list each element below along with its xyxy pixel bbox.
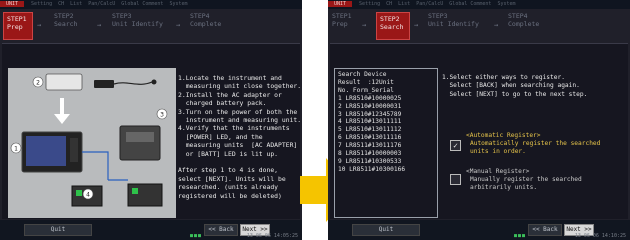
- menu-tab-unit[interactable]: UNIT: [328, 1, 353, 7]
- callout-number-2: 2: [36, 80, 40, 87]
- list-item[interactable]: 3 LR8510#12345789: [338, 111, 434, 119]
- list-item[interactable]: 2 LR8510#10000031: [338, 103, 434, 111]
- status-led-icons: ■■■: [190, 233, 203, 239]
- menu-tab-setting[interactable]: Setting: [356, 1, 383, 7]
- menu-tab-ch[interactable]: CH: [55, 1, 67, 7]
- list-item[interactable]: 6 LR8510#13011116: [338, 134, 434, 142]
- menu-tab-list[interactable]: List: [395, 1, 413, 7]
- back-button[interactable]: << Back: [204, 224, 238, 236]
- step-1-prep: STEP1 Prep: [3, 12, 33, 40]
- ac-adapter-icon: [94, 80, 114, 88]
- callout-number-4: 4: [86, 192, 90, 199]
- menu-tab-system[interactable]: System: [494, 1, 518, 7]
- step-arrow-icon: →: [97, 21, 102, 29]
- list-item[interactable]: 7 LR8511#13011176: [338, 142, 434, 150]
- step1-screen: UNIT Setting CH List Pan/CalcU Global Comment…: [0, 0, 302, 240]
- back-button[interactable]: << Back: [528, 224, 562, 236]
- status-led-icons: ■■■: [514, 233, 527, 239]
- search-device-list: Search Device Result :12Unit No. Form_Se…: [334, 68, 438, 218]
- menu-tab-list[interactable]: List: [67, 1, 85, 7]
- step-arrow-icon: →: [37, 21, 42, 29]
- menu-tab-unit[interactable]: UNIT: [0, 1, 25, 7]
- search-result: Result :12Unit: [338, 78, 394, 86]
- step-arrow-icon: →: [362, 21, 367, 29]
- menu-tab-calc[interactable]: Pan/CalcU: [413, 1, 446, 7]
- list-item[interactable]: 10 LR8511#10300166: [338, 166, 434, 174]
- step-4-complete: STEP4 Complete: [508, 12, 540, 28]
- top-menu-bar: UNIT Setting CH List Pan/CalcU Global Comment…: [0, 0, 302, 9]
- step-1-prep: STEP1 Prep: [332, 12, 352, 28]
- unit-bottom-icon: [127, 183, 163, 207]
- clock-readout: 13-06-06 14:05:25: [246, 233, 298, 239]
- menu-tab-global-comment[interactable]: Global Comment: [446, 1, 494, 7]
- step-4-complete: STEP4 Complete: [190, 12, 222, 28]
- menu-tab-ch[interactable]: CH: [383, 1, 395, 7]
- step-3-unit-identify: STEP3 Unit Identify: [428, 12, 479, 28]
- menu-tab-system[interactable]: System: [166, 1, 190, 7]
- device-list-header: No. Form_Serial: [338, 86, 394, 94]
- auto-register-text: Automatically register the searched unit…: [470, 140, 601, 155]
- manual-register-checkbox[interactable]: [450, 174, 461, 185]
- setup-illustration: 2 1 3 4: [8, 68, 176, 218]
- step-indicator: STEP1 Prep → STEP2 Search → STEP3 Unit Iden…: [0, 12, 302, 42]
- measuring-unit-icon: [119, 125, 161, 161]
- menu-tab-global-comment[interactable]: Global Comment: [118, 1, 166, 7]
- battery-pack-icon: [45, 73, 83, 91]
- list-item[interactable]: 4 LR8510#13011111: [338, 118, 434, 126]
- setup-diagram-image: 2 1 3 4: [8, 68, 176, 218]
- step-indicator: STEP1 Prep → STEP2 Search → STEP3 Unit Iden…: [328, 12, 630, 42]
- step-2-search: STEP2 Search: [54, 12, 78, 28]
- step2-screen: UNIT Setting CH List Pan/CalcU Global Comment…: [328, 0, 630, 240]
- step-arrow-icon: →: [494, 21, 499, 29]
- search-device-title: Search Device: [338, 71, 387, 78]
- menu-tab-calc[interactable]: Pan/CalcU: [85, 1, 118, 7]
- menu-tab-setting[interactable]: Setting: [28, 1, 55, 7]
- list-item[interactable]: 9 LR8511#10300533: [338, 158, 434, 166]
- step-arrow-icon: →: [414, 21, 419, 29]
- bottom-bar: Quit << Back Next >> ■■■ 13-06-06 14:10:…: [328, 220, 630, 240]
- auto-register-checkbox[interactable]: ✓: [450, 140, 461, 151]
- step-3-unit-identify: STEP3 Unit Identify: [112, 12, 163, 28]
- list-item[interactable]: 8 LR8511#10000003: [338, 150, 434, 158]
- manual-register-title: <Manual Register>: [466, 168, 530, 175]
- manual-register-text: Manually register the searched arbitrari…: [470, 176, 582, 191]
- auto-register-title: <Automatic Register>: [466, 132, 541, 139]
- callout-number-1: 1: [14, 146, 18, 153]
- wizard-content: 2 1 3 4 1.Locate the instrument and meas…: [2, 43, 302, 219]
- step-arrow-icon: →: [176, 21, 181, 29]
- top-menu-bar: UNIT Setting CH List Pan/CalcU Global Comment…: [328, 0, 630, 9]
- search-result-count: :12Unit: [367, 78, 394, 86]
- setup-instructions: 1.Locate the instrument and measuring un…: [178, 74, 302, 200]
- clock-readout: 13-06-06 14:10:25: [574, 233, 626, 239]
- quit-button[interactable]: Quit: [24, 224, 92, 236]
- callout-number-3: 3: [160, 112, 164, 119]
- bottom-bar: Quit << Back Next >> ■■■ 13-06-06 14:05:…: [0, 220, 302, 240]
- quit-button[interactable]: Quit: [352, 224, 420, 236]
- list-item[interactable]: 1 LR8510#10000025: [338, 95, 434, 103]
- step-2-search: STEP2 Search: [376, 12, 410, 40]
- wizard-content: Search Device Result :12Unit No. Form_Se…: [330, 43, 628, 219]
- list-item[interactable]: 5 LR8510#13011112: [338, 126, 434, 134]
- register-description: 1.Select either ways to register. Select…: [442, 74, 588, 98]
